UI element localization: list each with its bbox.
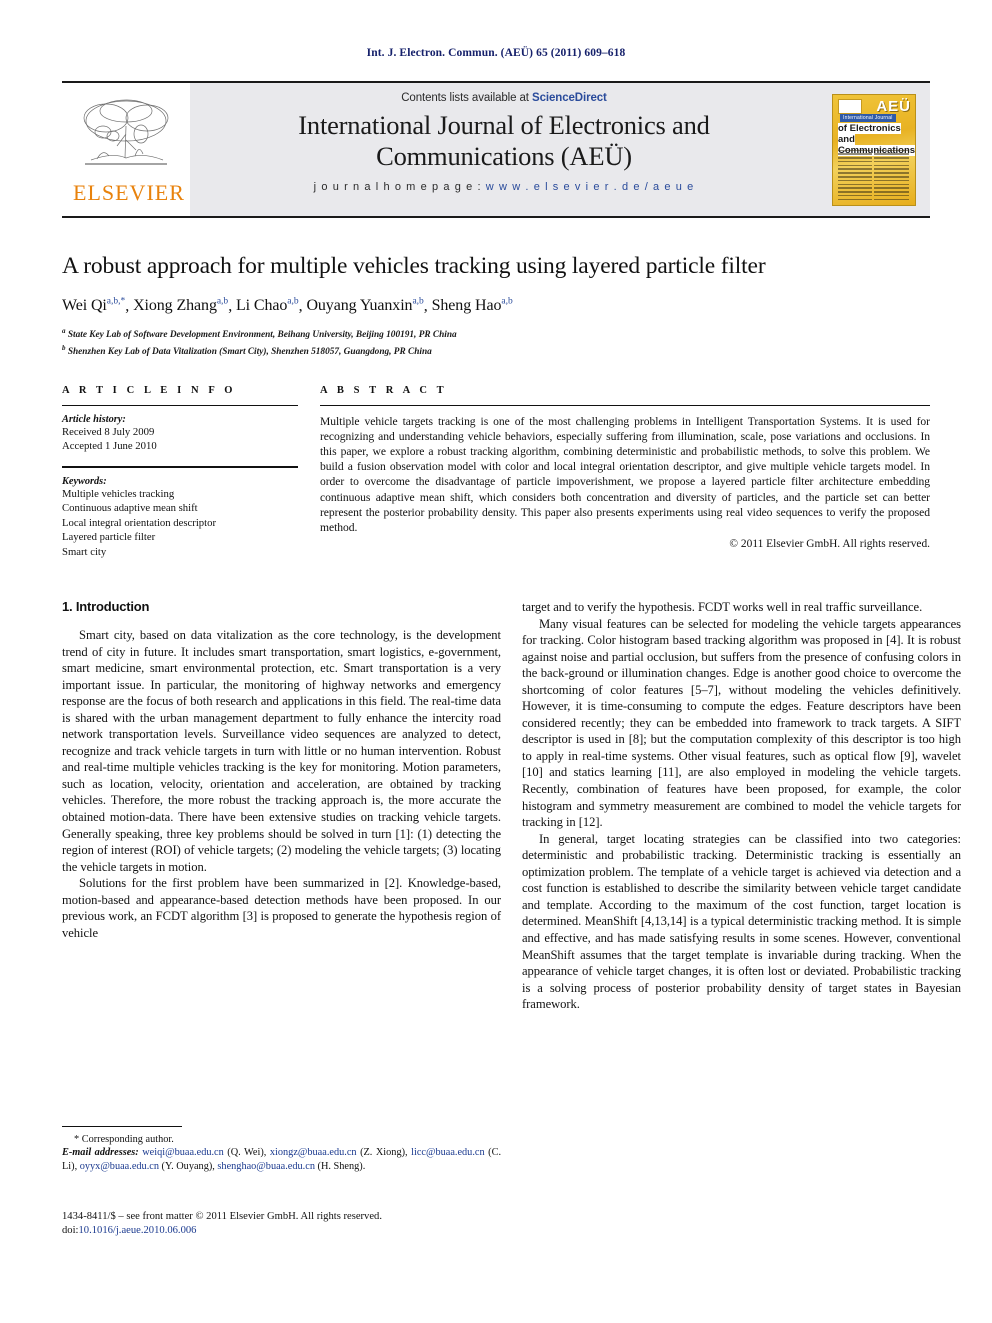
- issn-doi-block: 1434-8411/$ – see front matter © 2011 El…: [62, 1210, 532, 1238]
- abstract-heading: A B S T R A C T: [320, 384, 448, 396]
- author-affil-mark: a,b: [216, 297, 229, 307]
- abstract-text: Multiple vehicle targets tracking is one…: [320, 414, 930, 534]
- journal-masthead: ELSEVIER Contents lists available at Sci…: [62, 81, 930, 218]
- keyword-item: Multiple vehicles tracking: [62, 487, 175, 500]
- journal-cover-thumbnail: AEÜ International Journal of Electronics…: [832, 93, 916, 206]
- affiliation-text: Shenzhen Key Lab of Data Vitalization (S…: [67, 347, 432, 358]
- journal-cover-area: AEÜ International Journal of Electronics…: [818, 83, 930, 216]
- affiliation-item: b Shenzhen Key Lab of Data Vitalization …: [62, 342, 930, 359]
- homepage-label: j o u r n a l h o m e p a g e :: [313, 181, 486, 193]
- author-affil-mark: a,b: [412, 297, 424, 307]
- affiliation-list: a State Key Lab of Software Development …: [62, 325, 930, 358]
- journal-title-line1: International Journal of Electronics and: [298, 110, 710, 140]
- doi-line: doi:10.1016/j.aeue.2010.06.006: [62, 1224, 532, 1238]
- affiliation-item: a State Key Lab of Software Development …: [62, 325, 930, 342]
- affiliation-mark: b: [62, 343, 66, 352]
- abstract-column: A B S T R A C T Multiple vehicle targets…: [320, 385, 930, 560]
- paragraph: Solutions for the first problem have bee…: [62, 876, 501, 940]
- masthead-center: Contents lists available at ScienceDirec…: [190, 83, 818, 216]
- author-affil-mark: a,b: [501, 297, 513, 307]
- article-history-received: Received 8 July 2009: [62, 425, 155, 438]
- email-link[interactable]: oyyx@buaa.edu.cn: [80, 1161, 159, 1172]
- divider: [62, 465, 298, 468]
- title-block: A robust approach for multiple vehicles …: [62, 252, 930, 359]
- elsevier-wordmark: ELSEVIER: [73, 179, 185, 205]
- section-heading-introduction: 1. Introduction: [62, 599, 150, 615]
- contents-lists-line: Contents lists available at ScienceDirec…: [401, 92, 607, 104]
- affiliation-text: State Key Lab of Software Development En…: [67, 330, 457, 341]
- cover-toc-col-right: [874, 149, 909, 203]
- author-affil-mark: a,b,*: [106, 297, 126, 307]
- author-name: Wei Qi: [62, 297, 107, 315]
- body-column-right: target and to verify the hypothesis. FCD…: [522, 599, 961, 1013]
- author-item[interactable]: Li Chaoa,b: [236, 297, 299, 314]
- article-history-label: Article history:: [62, 413, 126, 425]
- author-name: Sheng Hao: [431, 297, 502, 315]
- doi-label: doi:: [62, 1225, 79, 1236]
- email-link[interactable]: licc@buaa.edu.cn: [411, 1147, 485, 1158]
- email-link[interactable]: shenghao@buaa.edu.cn: [217, 1161, 315, 1172]
- paper-page: Int. J. Electron. Commun. (AEÜ) 65 (2011…: [0, 0, 992, 1323]
- article-info-heading: A R T I C L E I N F O: [62, 384, 237, 396]
- footnote-text: * Corresponding author. E-mail addresses…: [62, 1133, 501, 1173]
- keyword-item: Continuous adaptive mean shift: [62, 502, 198, 515]
- footnote-block: * Corresponding author. E-mail addresses…: [62, 1126, 501, 1173]
- elsevier-tree-icon: [83, 99, 169, 165]
- email-owner: (Y. Ouyang),: [158, 1160, 218, 1172]
- journal-title: International Journal of Electronics and…: [298, 110, 710, 172]
- paragraph: target and to verify the hypothesis. FCD…: [522, 600, 923, 615]
- keyword-item: Layered particle filter: [62, 531, 156, 544]
- journal-homepage-line: j o u r n a l h o m e p a g e : w w w . …: [314, 181, 695, 193]
- issn-line: 1434-8411/$ – see front matter © 2011 El…: [62, 1211, 383, 1222]
- cover-toc-lines: [838, 149, 911, 203]
- email-owner: (Z. Xiong),: [356, 1147, 412, 1159]
- paragraph: Smart city, based on data vitalization a…: [62, 628, 501, 874]
- running-head: Int. J. Electron. Commun. (AEÜ) 65 (2011…: [366, 47, 626, 59]
- body-column-left: 1. Introduction Smart city, based on dat…: [62, 599, 501, 1013]
- article-title: A robust approach for multiple vehicles …: [62, 253, 766, 279]
- author-list: Wei Qia,b,*, Xiong Zhanga,b, Li Chaoa,b,…: [62, 297, 513, 315]
- sciencedirect-link[interactable]: ScienceDirect: [532, 92, 607, 104]
- email-link[interactable]: weiqi@buaa.edu.cn: [142, 1147, 224, 1158]
- keyword-item: Smart city: [62, 545, 107, 558]
- corresponding-author-note: * Corresponding author.: [74, 1134, 174, 1145]
- author-item[interactable]: Wei Qia,b,*: [62, 297, 125, 314]
- footnote-rule: [62, 1126, 182, 1127]
- email-owner: (Q. Wei),: [223, 1147, 270, 1159]
- affiliation-mark: a: [62, 327, 66, 336]
- author-affil-mark: a,b: [287, 297, 299, 307]
- cover-publisher-icon: [838, 98, 862, 114]
- paragraph: Many visual features can be selected for…: [522, 616, 961, 830]
- abstract-copyright: © 2011 Elsevier GmbH. All rights reserve…: [729, 538, 930, 551]
- contents-prefix: Contents lists available at: [401, 92, 533, 104]
- homepage-url[interactable]: w w w . e l s e v i e r . d e / a e u e: [486, 181, 695, 193]
- email-link[interactable]: xiongz@buaa.edu.cn: [270, 1147, 357, 1158]
- email-owner: (H. Sheng).: [314, 1160, 366, 1172]
- divider: [320, 404, 930, 406]
- doi-link[interactable]: 10.1016/j.aeue.2010.06.006: [78, 1225, 196, 1236]
- keyword-item: Local integral orientation descriptor: [62, 516, 217, 529]
- divider: [62, 404, 298, 406]
- info-abstract-block: A R T I C L E I N F O Article history: R…: [62, 385, 930, 560]
- author-item[interactable]: Sheng Haoa,b: [432, 297, 513, 314]
- author-name: Ouyang Yuanxin: [306, 297, 413, 315]
- journal-title-line2: Communications (AEÜ): [376, 141, 632, 171]
- elsevier-logo: ELSEVIER: [73, 96, 185, 205]
- email-addresses-label: E-mail addresses:: [62, 1147, 139, 1159]
- author-item[interactable]: Ouyang Yuanxina,b: [306, 297, 423, 314]
- cover-kicker: International Journal: [840, 113, 896, 122]
- cover-toc-col-left: [838, 149, 873, 203]
- article-history-accepted: Accepted 1 June 2010: [62, 439, 157, 452]
- author-name: Li Chao: [236, 297, 288, 315]
- keywords-label: Keywords:: [62, 475, 107, 487]
- cover-badge: AEÜ: [876, 97, 911, 115]
- cover-title-line1: of Electronics and: [838, 122, 901, 145]
- article-info-column: A R T I C L E I N F O Article history: R…: [62, 385, 298, 560]
- publisher-logo-area: ELSEVIER: [62, 83, 190, 216]
- author-item[interactable]: Xiong Zhanga,b: [133, 297, 228, 314]
- paragraph: In general, target locating strategies c…: [522, 831, 961, 1012]
- author-name: Xiong Zhang: [133, 297, 217, 315]
- body-columns: 1. Introduction Smart city, based on dat…: [62, 599, 961, 1013]
